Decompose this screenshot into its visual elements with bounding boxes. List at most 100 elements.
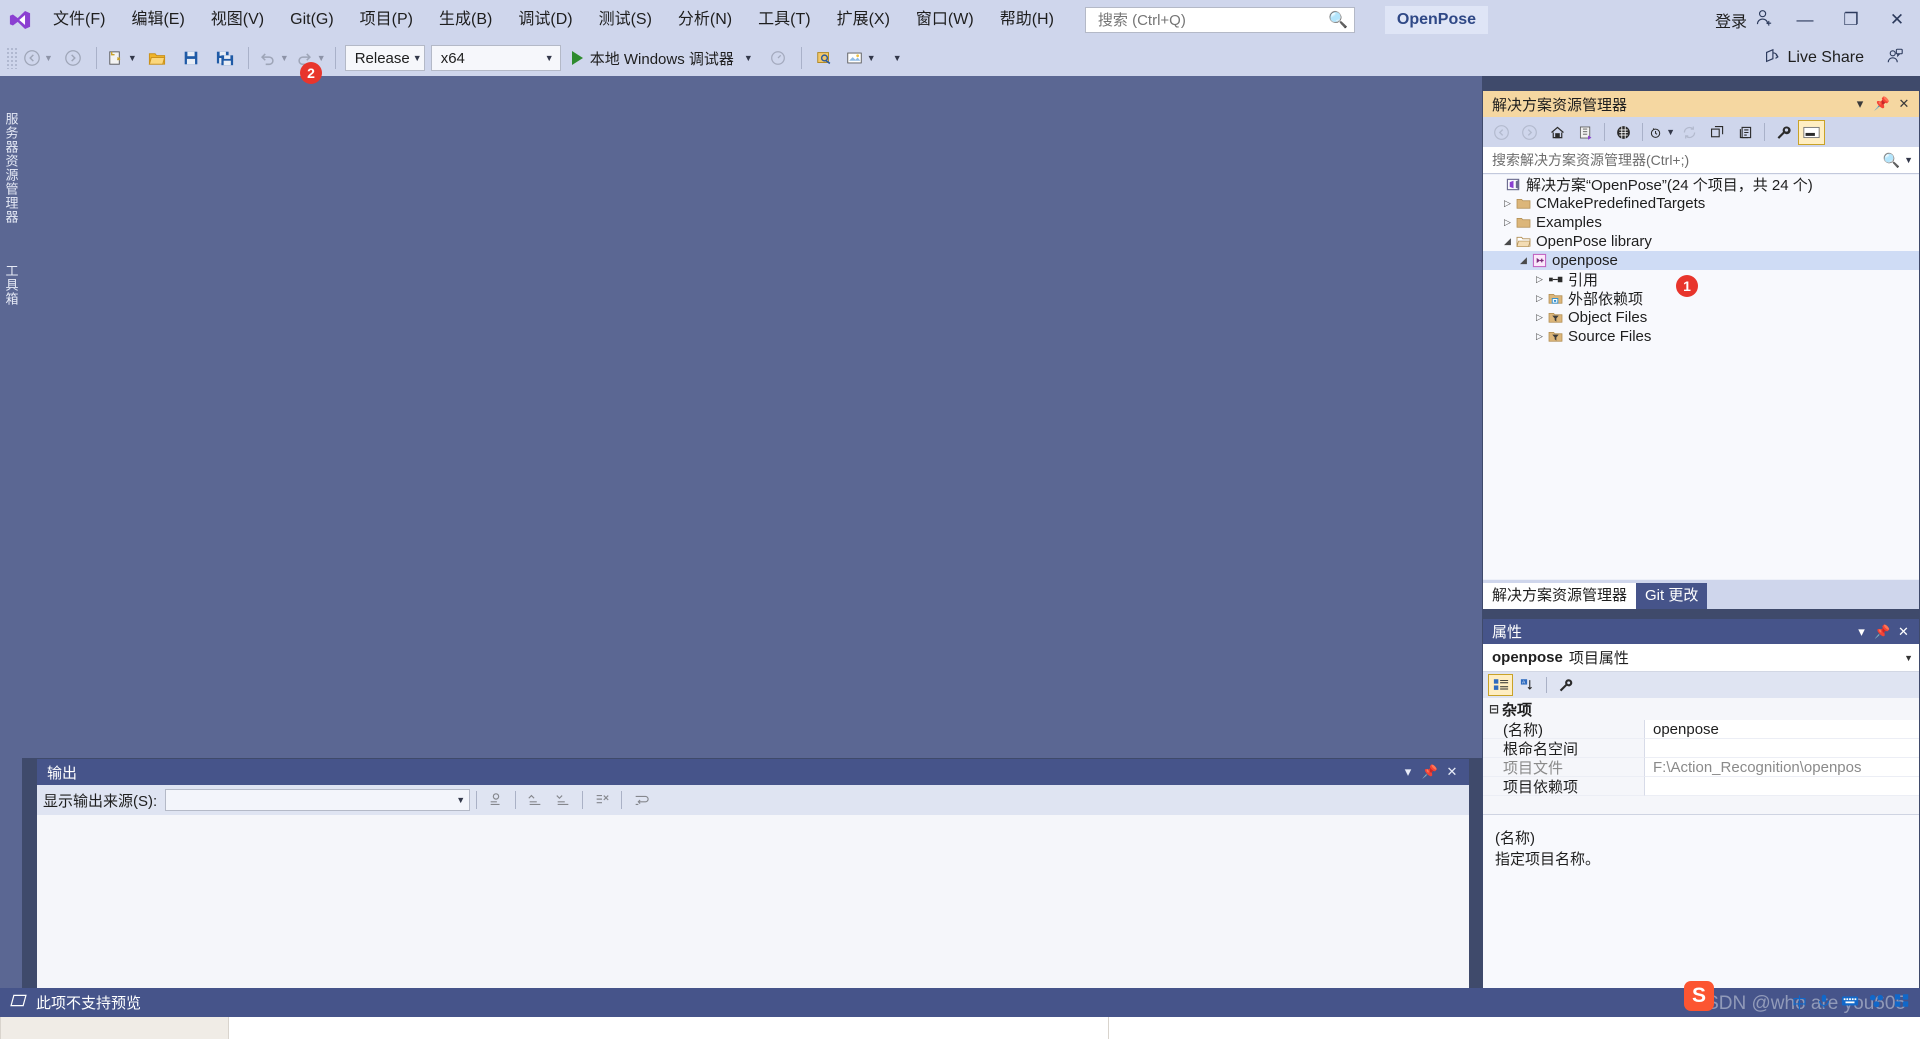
search-input[interactable] [1095, 10, 1328, 30]
navigate-back-icon[interactable]: ▼ [20, 44, 56, 72]
tree-item-references[interactable]: ▷ 引用 [1483, 270, 1919, 289]
performance-icon[interactable] [761, 44, 795, 72]
solution-tree[interactable]: 解决方案“OpenPose”(24 个项目，共 24 个) ▷ CMakePre… [1483, 175, 1919, 579]
properties-window-icon[interactable] [1732, 120, 1759, 145]
property-row-name[interactable]: (名称) openpose [1483, 720, 1919, 739]
window-dropdown-icon[interactable]: ▾ [1851, 624, 1872, 640]
twisty-collapsed-icon[interactable]: ▷ [1533, 331, 1546, 342]
menu-git[interactable]: Git(G) [277, 0, 347, 40]
clear-all-icon[interactable] [589, 788, 615, 812]
keyboard-icon[interactable] [1841, 994, 1859, 1012]
pin-icon[interactable]: 📌 [1871, 96, 1893, 112]
menu-build[interactable]: 生成(B) [426, 0, 505, 40]
property-value[interactable] [1645, 739, 1919, 758]
property-row-project-dependencies[interactable]: 项目依赖项 [1483, 777, 1919, 796]
solution-configuration-combo[interactable]: Release ▼ [344, 45, 425, 71]
preview-selected-items-icon[interactable] [1798, 119, 1825, 145]
chevron-down-icon[interactable]: ▼ [1904, 653, 1913, 663]
menu-tools[interactable]: 工具(T) [745, 0, 823, 40]
tree-item-openpose-project[interactable]: ◢ openpose [1483, 251, 1919, 270]
refresh-icon[interactable] [1676, 120, 1703, 145]
twisty-collapsed-icon[interactable]: ▷ [1501, 217, 1514, 228]
twisty-collapsed-icon[interactable]: ▷ [1533, 274, 1546, 285]
ime-lang-indicator[interactable]: 中 [1792, 992, 1807, 1013]
chevron-down-icon[interactable]: ▼ [1904, 155, 1913, 165]
sidebar-tab-server-explorer[interactable]: 服务器资源管理器 [0, 98, 22, 238]
property-pages-icon[interactable] [1553, 674, 1578, 696]
close-icon[interactable]: ✕ [1893, 96, 1915, 112]
close-icon[interactable]: ✕ [1893, 624, 1914, 640]
tree-item-cmakepredefinedtargets[interactable]: ▷ CMakePredefinedTargets [1483, 194, 1919, 213]
tree-item-external-dependencies[interactable]: ▷ 外部依赖项 [1483, 289, 1919, 308]
menu-analyze[interactable]: 分析(N) [665, 0, 745, 40]
go-to-next-icon[interactable] [550, 788, 576, 812]
close-icon[interactable]: ✕ [1441, 764, 1463, 780]
menu-file[interactable]: 文件(F) [40, 0, 118, 40]
pin-icon[interactable]: 📌 [1419, 764, 1441, 780]
global-search-box[interactable]: 🔍 [1084, 7, 1355, 33]
tree-item-examples[interactable]: ▷ Examples [1483, 213, 1919, 232]
properties-group-misc[interactable]: ⊟ 杂项 [1483, 698, 1919, 720]
window-minimize-button[interactable]: — [1782, 0, 1828, 40]
twisty-collapsed-icon[interactable]: ▷ [1533, 293, 1546, 304]
tab-solution-explorer[interactable]: 解决方案资源管理器 [1483, 583, 1637, 609]
emoji-icon[interactable] [1868, 993, 1885, 1012]
navigate-back-icon[interactable] [1488, 120, 1515, 145]
twisty-expanded-icon[interactable]: ◢ [1501, 236, 1514, 247]
preview-selected-icon[interactable] [808, 44, 842, 72]
tree-item-object-files[interactable]: ▷ Object Files [1483, 308, 1919, 327]
twisty-collapsed-icon[interactable]: ▷ [1501, 198, 1514, 209]
categorized-icon[interactable] [1488, 674, 1513, 696]
properties-object-selector[interactable]: openpose 项目属性 ▼ [1483, 644, 1919, 672]
alphabetical-icon[interactable]: A [1515, 674, 1540, 696]
solution-platform-combo[interactable]: x64 ▼ [430, 45, 561, 71]
navigate-forward-icon[interactable] [1516, 120, 1543, 145]
window-dropdown-icon[interactable]: ▾ [1397, 764, 1419, 780]
send-feedback-button[interactable] [1878, 44, 1912, 73]
window-close-button[interactable]: ✕ [1874, 0, 1920, 40]
find-message-icon[interactable] [483, 788, 509, 812]
new-file-icon[interactable]: ▼ [103, 44, 140, 72]
search-icon[interactable]: 🔍 [1883, 152, 1900, 169]
menu-extensions[interactable]: 扩展(X) [824, 0, 903, 40]
toggle-word-wrap-icon[interactable] [628, 788, 654, 812]
toolbar-grip[interactable] [6, 47, 18, 69]
show-all-files-icon[interactable]: ▼ [1648, 120, 1675, 145]
window-dropdown-icon[interactable]: ▾ [1849, 96, 1871, 112]
wrench-icon[interactable] [1770, 120, 1797, 145]
window-restore-button[interactable]: ❐ [1828, 0, 1874, 40]
twisty-collapsed-icon[interactable]: ▷ [1533, 312, 1546, 323]
twisty-expanded-icon[interactable]: ◢ [1517, 255, 1530, 266]
output-source-combo[interactable]: ▼ [165, 789, 471, 811]
ime-settings-icon[interactable] [1894, 993, 1910, 1012]
toolbar-overflow-icon[interactable]: ▼ [879, 44, 913, 72]
tree-item-source-files[interactable]: ▷ Source Files [1483, 327, 1919, 346]
go-to-previous-icon[interactable] [522, 788, 548, 812]
sign-in-button[interactable]: 登录 [1707, 8, 1782, 32]
menu-debug[interactable]: 调试(D) [505, 0, 585, 40]
tab-git-changes[interactable]: Git 更改 [1636, 583, 1708, 609]
home-icon[interactable] [1544, 120, 1571, 145]
collapse-all-icon[interactable] [1704, 120, 1731, 145]
property-row-root-namespace[interactable]: 根命名空间 [1483, 739, 1919, 758]
menu-help[interactable]: 帮助(H) [987, 0, 1067, 40]
property-row-project-file[interactable]: 项目文件 F:\Action_Recognition\openpos [1483, 758, 1919, 777]
pending-changes-filter-icon[interactable] [1610, 120, 1637, 145]
property-value[interactable] [1645, 777, 1919, 796]
sidebar-tab-toolbox[interactable]: 工具箱 [0, 254, 22, 316]
output-panel-body[interactable] [37, 815, 1469, 989]
group-expander-icon[interactable]: ⊟ [1489, 702, 1502, 716]
tree-item-solution[interactable]: 解决方案“OpenPose”(24 个项目，共 24 个) [1483, 175, 1919, 194]
menu-project[interactable]: 项目(P) [347, 0, 426, 40]
mic-icon[interactable] [1816, 993, 1832, 1013]
undo-icon[interactable]: ▼ [255, 44, 292, 72]
menu-test[interactable]: 测试(S) [586, 0, 665, 40]
screenshot-icon[interactable]: ▼ [842, 44, 879, 72]
menu-edit[interactable]: 编辑(E) [118, 0, 197, 40]
save-all-icon[interactable] [208, 44, 242, 72]
menu-view[interactable]: 视图(V) [198, 0, 277, 40]
live-share-button[interactable]: Live Share [1755, 44, 1873, 73]
solution-explorer-search[interactable]: 搜索解决方案资源管理器(Ctrl+;) 🔍 ▼ [1483, 147, 1919, 174]
pin-icon[interactable]: 📌 [1872, 624, 1893, 640]
navigate-forward-icon[interactable] [56, 44, 90, 72]
